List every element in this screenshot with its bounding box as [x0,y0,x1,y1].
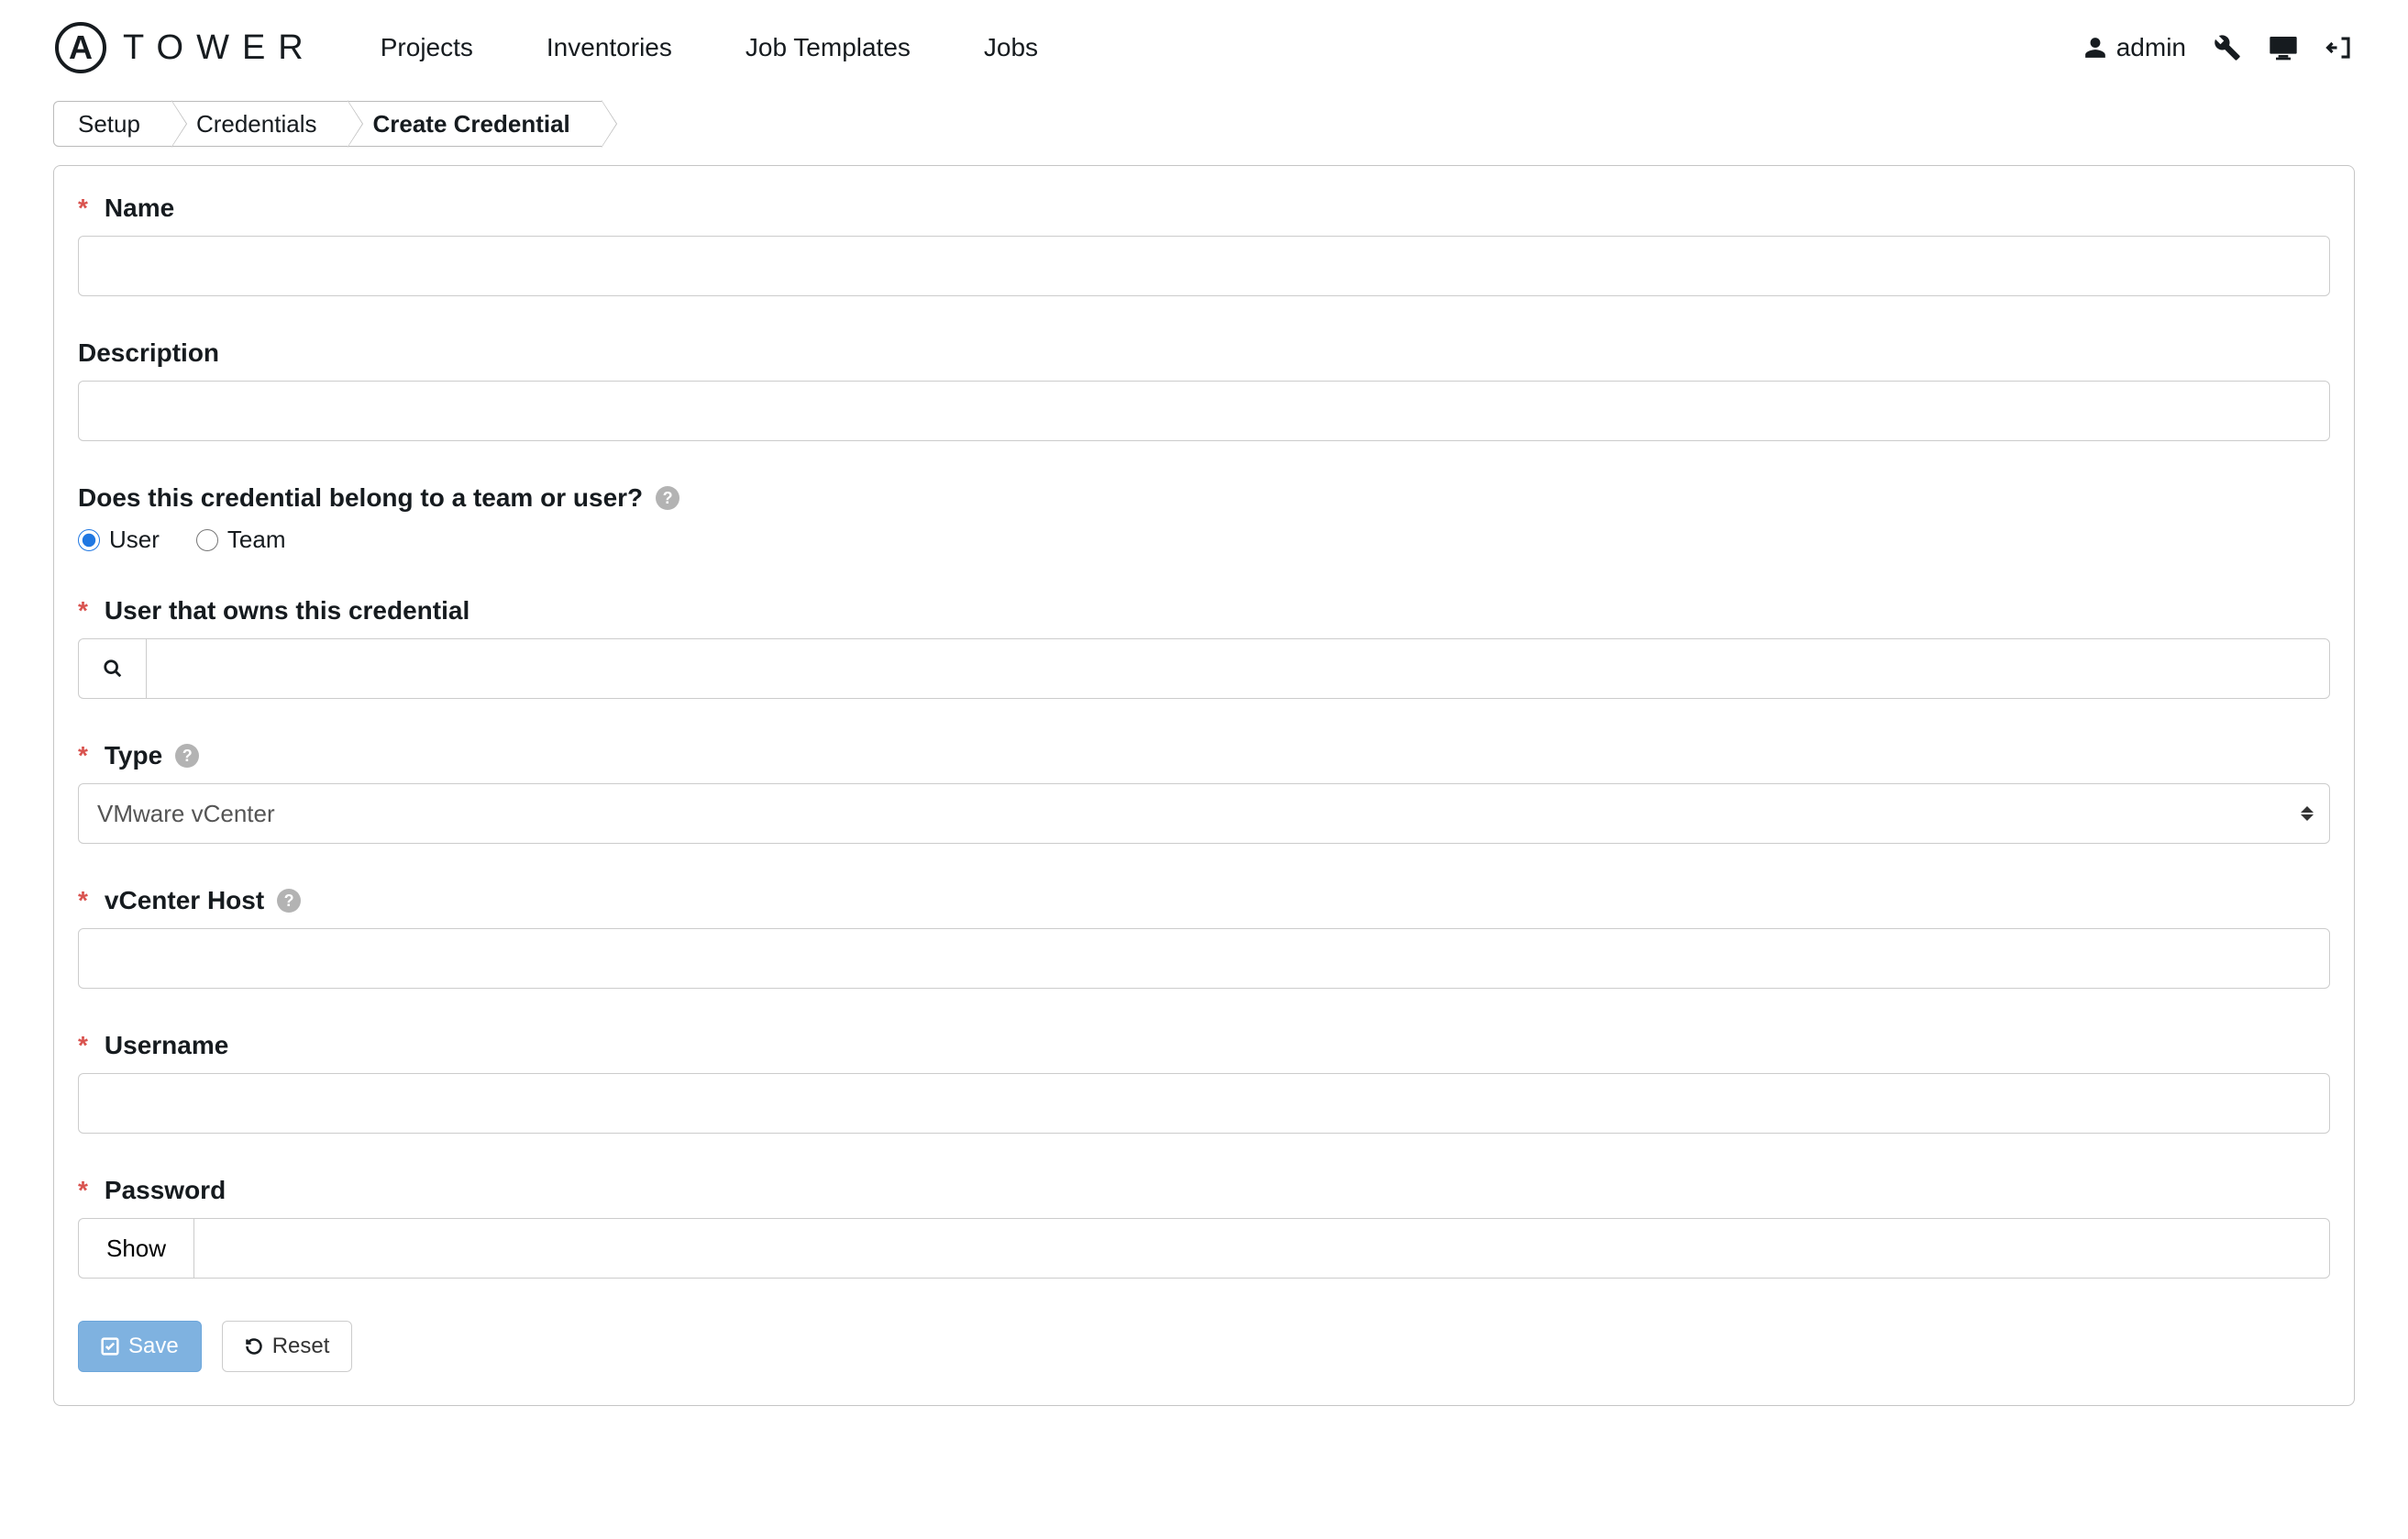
help-icon[interactable]: ? [277,889,301,913]
required-marker: * [78,194,88,223]
reset-button-label: Reset [272,1334,330,1359]
field-username: * Username [78,1031,2330,1134]
field-type: * Type ? VMware vCenter [78,741,2330,844]
breadcrumb-setup[interactable]: Setup [53,101,172,147]
field-user-owner: * User that owns this credential [78,596,2330,699]
undo-icon [245,1337,263,1356]
save-button-label: Save [128,1334,179,1359]
nav-jobs[interactable]: Jobs [984,33,1038,62]
field-vcenter-host: * vCenter Host ? [78,886,2330,989]
required-marker: * [78,596,88,626]
radio-team-input[interactable] [196,529,218,551]
required-marker: * [78,886,88,915]
field-password: * Password Show [78,1176,2330,1279]
required-marker: * [78,1031,88,1060]
description-label: Description [78,338,219,368]
logout-icon[interactable] [2325,34,2353,61]
radio-user[interactable]: User [78,526,160,554]
user-owner-input[interactable] [146,638,2330,699]
create-credential-form: * Name Description Does this credential … [53,165,2355,1406]
brand-name: TOWER [123,28,316,68]
name-input[interactable] [78,236,2330,296]
vcenter-host-label: vCenter Host [105,886,264,915]
type-selected-value: VMware vCenter [97,800,275,828]
password-show-button[interactable]: Show [78,1218,193,1279]
brand-logo-icon: A [55,22,106,73]
user-icon [2083,36,2107,60]
user-owner-label: User that owns this credential [105,596,469,626]
breadcrumb-credentials[interactable]: Credentials [171,101,349,147]
top-nav: A TOWER Projects Inventories Job Templat… [0,0,2408,92]
field-description: Description [78,338,2330,441]
help-icon[interactable]: ? [175,744,199,768]
password-input[interactable] [193,1218,2330,1279]
required-marker: * [78,741,88,770]
nav-projects[interactable]: Projects [381,33,473,62]
current-user[interactable]: admin [2083,33,2186,62]
primary-nav: Projects Inventories Job Templates Jobs [381,33,1038,62]
vcenter-host-input[interactable] [78,928,2330,989]
breadcrumb: Setup Credentials Create Credential [53,101,2408,147]
save-button[interactable]: Save [78,1321,202,1372]
owner-question-label: Does this credential belong to a team or… [78,483,643,513]
required-marker: * [78,1176,88,1205]
nav-job-templates[interactable]: Job Templates [746,33,911,62]
username-label: Username [105,1031,228,1060]
field-name: * Name [78,194,2330,296]
settings-icon[interactable] [2214,34,2241,61]
brand: A TOWER [55,22,316,73]
nav-inventories[interactable]: Inventories [547,33,672,62]
type-label: Type [105,741,162,770]
search-icon [103,659,123,679]
name-label: Name [105,194,174,223]
breadcrumb-create-credential: Create Credential [348,101,602,147]
top-right-tools: admin [2083,33,2353,62]
password-label: Password [105,1176,226,1205]
type-select[interactable]: VMware vCenter [78,783,2330,844]
user-lookup-button[interactable] [78,638,146,699]
check-icon [101,1337,119,1356]
description-input[interactable] [78,381,2330,441]
select-caret-icon [2301,806,2314,821]
radio-team-label: Team [227,526,286,554]
radio-team[interactable]: Team [196,526,286,554]
radio-user-input[interactable] [78,529,100,551]
field-owner-type: Does this credential belong to a team or… [78,483,2330,554]
monitor-icon[interactable] [2269,35,2298,61]
current-user-name: admin [2116,33,2186,62]
reset-button[interactable]: Reset [222,1321,353,1372]
form-actions: Save Reset [78,1321,2330,1372]
help-icon[interactable]: ? [656,486,679,510]
radio-user-label: User [109,526,160,554]
username-input[interactable] [78,1073,2330,1134]
